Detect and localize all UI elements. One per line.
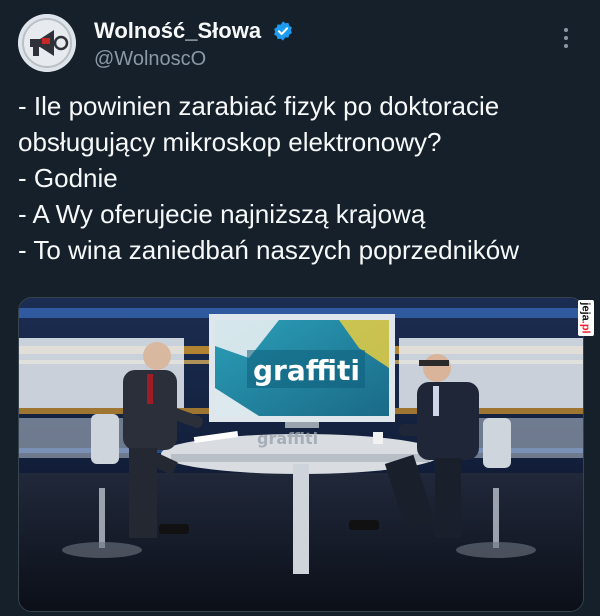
tweet-line: - To wina zaniedbań naszych poprzedników xyxy=(18,235,520,265)
screen-logo-text: graffiti xyxy=(253,354,360,387)
more-vertical-icon[interactable] xyxy=(556,24,576,54)
tweet-media-image[interactable]: graffiti graffiti xyxy=(18,297,584,612)
tweet-line: - Ile powinien zarabiać fizyk po doktora… xyxy=(18,91,500,121)
handle[interactable]: @WolnoscO xyxy=(94,46,294,72)
tweet-line: - Godnie xyxy=(18,163,118,193)
tweet-header: Wolność_Słowa @WolnoscO xyxy=(18,14,582,74)
author-block[interactable]: Wolność_Słowa @WolnoscO xyxy=(94,18,294,72)
watermark-text: jeja xyxy=(580,302,593,321)
avatar[interactable] xyxy=(18,14,76,72)
display-name[interactable]: Wolność_Słowa xyxy=(94,18,261,44)
megaphone-icon xyxy=(18,14,76,72)
verified-badge-icon xyxy=(273,21,292,41)
jeja-watermark: jeja.pl xyxy=(578,300,594,336)
tweet-line: - A Wy oferujecie najniższą krajową xyxy=(18,199,426,229)
watermark-suffix: .pl xyxy=(580,320,593,334)
tv-studio-photo: graffiti graffiti xyxy=(19,298,583,611)
desk-logo-text: graffiti xyxy=(257,429,318,448)
tweet-line: obsługujący mikroskop elektronowy? xyxy=(18,127,442,157)
tweet-text: - Ile powinien zarabiać fizyk po doktora… xyxy=(18,88,580,268)
